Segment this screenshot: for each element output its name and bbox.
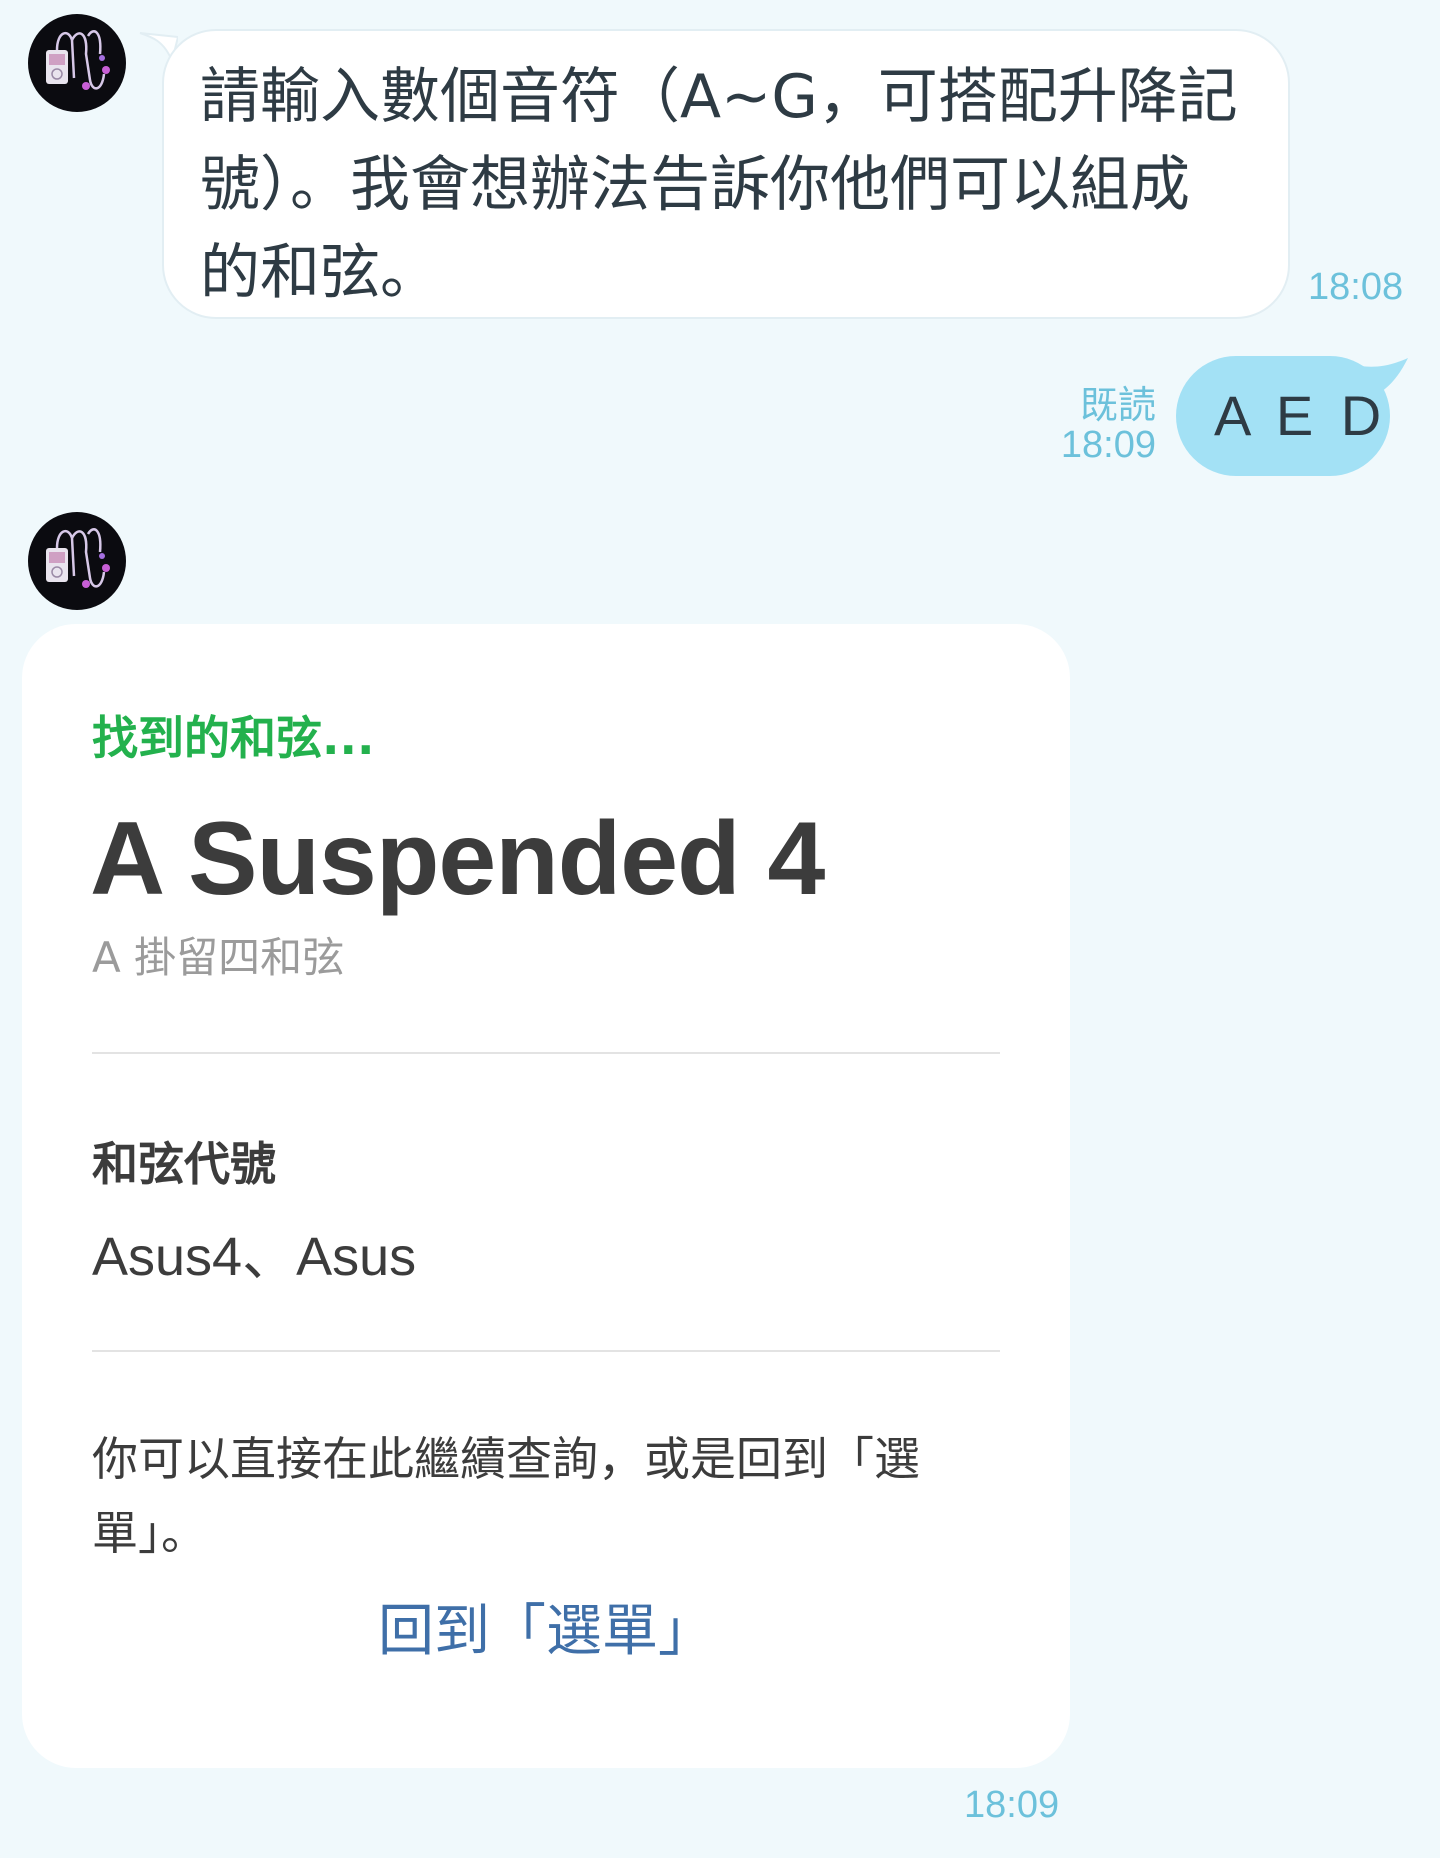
bot-message-timestamp: 18:08 (1308, 266, 1404, 308)
read-status: 既読 (1079, 385, 1156, 427)
card-divider (92, 1350, 1000, 1352)
back-to-menu-link[interactable]: 回到「選單」 (22, 1586, 1070, 1667)
user-message-bubble[interactable]: A E D (1176, 356, 1390, 476)
card-note-line-2: 單」。 (92, 1506, 207, 1560)
result-eyebrow: 找到的和弦... (92, 711, 375, 765)
chord-symbol-label: 和弦代號 (92, 1137, 276, 1191)
bot-message-line-1: 請輸入數個音符（A~G，可搭配升降記 (200, 62, 1238, 132)
card-note: 你可以直接在此繼續查詢，或是回到「選 單」。 (92, 1422, 992, 1570)
card-note-line-1: 你可以直接在此繼續查詢，或是回到「選 (92, 1432, 920, 1486)
bot-instruction-bubble: 請輸入數個音符（A~G，可搭配升降記 號）。我會想辦法告訴你他們可以組成 的和弦… (162, 29, 1290, 319)
card-divider (92, 1052, 1000, 1054)
chord-result-card: 找到的和弦... A Suspended 4 A 掛留四和弦 和弦代號 Asus… (22, 624, 1070, 1768)
card-timestamp: 18:09 (964, 1784, 1060, 1826)
user-message-timestamp: 18:09 (1060, 424, 1156, 466)
chord-title: A Suspended 4 (90, 801, 825, 917)
bot-avatar-icon[interactable] (28, 512, 126, 610)
chord-subtitle: A 掛留四和弦 (92, 933, 345, 982)
chord-symbol-value: Asus4、Asus (92, 1227, 417, 1287)
bot-message-line-3: 的和弦。 (200, 238, 440, 308)
bot-avatar-icon[interactable] (28, 14, 126, 112)
bot-message-line-2: 號）。我會想辦法告訴你他們可以組成 (200, 150, 1190, 220)
